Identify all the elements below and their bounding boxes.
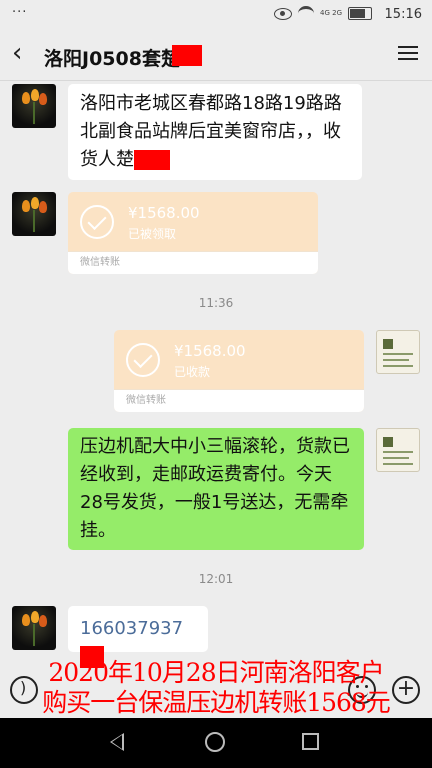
contact-avatar[interactable] [12, 606, 56, 650]
caption-line-2: 购买一台保温压边机转账1568元 [42, 688, 391, 717]
sent-message-bubble[interactable]: 压边机配大中小三幅滚轮，货款已经收到，走邮政运费寄付。今天28号发货，一般1号送… [68, 428, 364, 550]
timestamp: 12:01 [198, 572, 234, 586]
chat-header: ‹ 洛阳J0508套楚 [0, 30, 432, 81]
battery-icon [348, 7, 372, 20]
my-avatar[interactable] [376, 428, 420, 472]
menu-icon[interactable] [398, 42, 418, 62]
chevron-left-icon[interactable]: ‹ [12, 38, 22, 68]
transfer-footer: 微信转账 [114, 389, 364, 412]
signal-icon: 4G 2G [320, 9, 342, 17]
transfer-card[interactable]: ¥1568.00 已收款 微信转账 [114, 330, 364, 412]
chat-title: 洛阳J0508套楚 [44, 48, 180, 70]
caption-line-1: 2020年10月28日河南洛阳客户 [48, 658, 384, 687]
status-icons: 4G 2G [274, 6, 372, 21]
timestamp: 11:36 [198, 296, 234, 310]
redaction-box [172, 45, 202, 66]
message-text: 压边机配大中小三幅滚轮，货款已经收到，走邮政运费寄付。今天28号发货，一般1号送… [80, 436, 350, 541]
overlay-caption: 2020年10月28日河南洛阳客户 购买一台保温压边机转账1568元 [0, 658, 432, 718]
nav-recent-icon[interactable] [302, 733, 319, 750]
nav-home-icon[interactable] [205, 732, 225, 752]
nav-back-icon[interactable] [110, 733, 124, 751]
transfer-status: 已收款 [174, 365, 211, 379]
contact-avatar[interactable] [12, 84, 56, 128]
eye-icon [274, 7, 293, 20]
transfer-status: 已被领取 [128, 227, 177, 241]
message-text: 洛阳市老城区春都路18路19路路北副食品站牌后宜美窗帘店，，收货人楚 [80, 93, 342, 170]
message-bubble[interactable]: 洛阳市老城区春都路18路19路路北副食品站牌后宜美窗帘店，，收货人楚 [68, 84, 362, 180]
status-bar: ··· 4G 2G 15:16 [0, 0, 432, 30]
transfer-card[interactable]: ¥1568.00 已被领取 微信转账 [68, 192, 318, 274]
redaction-box [134, 150, 170, 170]
transfer-amount: ¥1568.00 [128, 204, 200, 222]
check-circle-icon [80, 205, 114, 239]
system-nav-bar [0, 718, 432, 768]
phone-number-link[interactable]: 166037937 [80, 618, 183, 639]
message-bubble[interactable]: 166037937 [68, 606, 208, 668]
contact-avatar[interactable] [12, 192, 56, 236]
wifi-icon [298, 6, 315, 21]
notification-dots: ··· [12, 5, 28, 20]
clock: 15:16 [384, 7, 422, 22]
transfer-footer: 微信转账 [68, 251, 318, 274]
check-circle-icon [126, 343, 160, 377]
my-avatar[interactable] [376, 330, 420, 374]
transfer-amount: ¥1568.00 [174, 342, 246, 360]
